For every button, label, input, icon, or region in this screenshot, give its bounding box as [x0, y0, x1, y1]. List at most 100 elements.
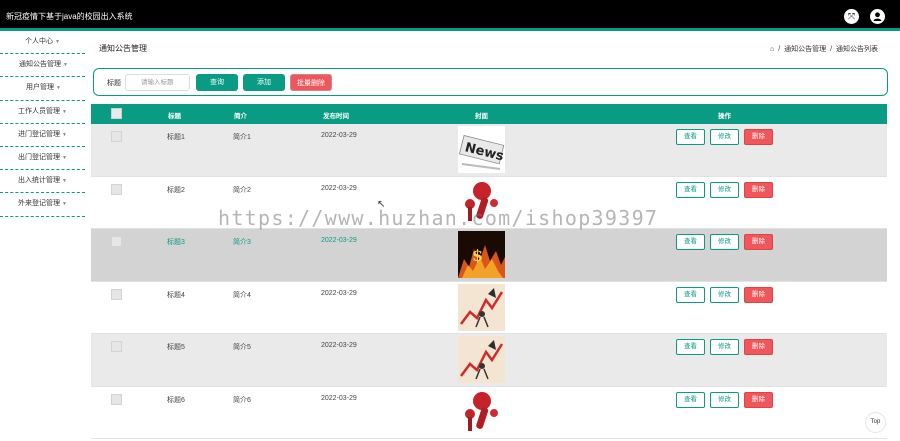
- row-intro: 简介5: [233, 344, 251, 351]
- delete-button[interactable]: 删除: [744, 339, 773, 355]
- user-avatar-icon[interactable]: [870, 9, 885, 24]
- row-title: 标题1: [167, 134, 185, 141]
- row-intro: 简介6: [233, 396, 251, 404]
- sidebar-item-personal-center[interactable]: 个人中心 ▼: [0, 31, 85, 55]
- microphone-image: [458, 388, 505, 436]
- sidebar-item-label: 出门登记管理: [18, 153, 60, 161]
- edit-button[interactable]: 修改: [710, 391, 739, 408]
- row-title: 标题5: [167, 344, 185, 351]
- chevron-down-icon: ▼: [62, 108, 67, 115]
- delete-button[interactable]: 删除: [744, 129, 773, 145]
- delete-button[interactable]: 删除: [744, 391, 773, 408]
- row-time: 2022-03-29: [321, 132, 357, 139]
- delete-button[interactable]: 删除: [744, 181, 773, 198]
- back-to-top-button[interactable]: Top: [865, 412, 886, 433]
- chevron-down-icon: ▼: [62, 201, 67, 208]
- chevron-down-icon: ▼: [62, 178, 67, 185]
- chevron-down-icon: ▼: [63, 62, 68, 69]
- row-checkbox[interactable]: [111, 393, 122, 405]
- sidebar: 个人中心 ▼ 通知公告管理 ▼ 用户管理 ▼ 工作人员管理 ▼ 进门登记管理 ▼ 出门登记…: [0, 31, 85, 441]
- edit-button[interactable]: 修改: [710, 129, 739, 145]
- stock-chart-image: [458, 336, 505, 383]
- view-button[interactable]: 查看: [676, 181, 705, 198]
- svg-text:$: $: [472, 246, 483, 265]
- view-button[interactable]: 查看: [676, 286, 705, 303]
- row-intro: 简介3: [233, 239, 251, 246]
- row-checkbox[interactable]: [111, 288, 122, 300]
- query-button[interactable]: 查询: [196, 74, 238, 91]
- row-intro: 简介2: [233, 186, 251, 194]
- table-row: 标题3 简介3 2022-03-29 $ 查看 修改 删除: [91, 229, 887, 282]
- edit-button[interactable]: 修改: [710, 286, 739, 303]
- home-icon[interactable]: ⌂: [770, 46, 774, 53]
- search-panel: 标题 请输入标题 查询 添加 批量删除: [93, 68, 888, 96]
- batch-delete-button[interactable]: 批量删除: [290, 74, 332, 91]
- sidebar-item-exit[interactable]: 出门登记管理 ▼: [0, 147, 85, 171]
- page-title: 通知公告管理: [99, 44, 147, 53]
- breadcrumb-separator: /: [830, 46, 833, 53]
- sidebar-item-staff[interactable]: 工作人员管理 ▼: [0, 101, 85, 124]
- row-title: 标题3: [167, 239, 185, 246]
- sidebar-item-label: 用户管理: [26, 84, 54, 92]
- title-search-label: 标题: [107, 80, 121, 87]
- row-title: 标题2: [167, 186, 185, 194]
- chevron-down-icon: ▼: [55, 39, 60, 45]
- sidebar-item-stats[interactable]: 出入统计管理 ▼: [0, 170, 85, 194]
- row-checkbox[interactable]: [111, 341, 122, 352]
- sidebar-item-visitor[interactable]: 外来登记管理 ▼: [0, 193, 85, 217]
- row-checkbox[interactable]: [111, 236, 122, 247]
- sidebar-item-label: 出入统计管理: [18, 177, 60, 185]
- view-button[interactable]: 查看: [676, 129, 705, 145]
- title-search-input[interactable]: 请输入标题: [125, 74, 190, 91]
- table-row: 标题6 简介6 2022-03-29 查看 修改 删除: [91, 386, 887, 439]
- chevron-down-icon: ▼: [62, 154, 67, 161]
- view-button[interactable]: 查看: [676, 234, 705, 250]
- breadcrumb-level2: 通知公告列表: [836, 46, 878, 53]
- sidebar-item-label: 工作人员管理: [18, 107, 60, 115]
- add-button[interactable]: 添加: [243, 74, 285, 91]
- row-time: 2022-03-29: [321, 289, 357, 297]
- row-time: 2022-03-29: [321, 394, 357, 402]
- table-header: 标题 简介 发布时间 封面 操作: [91, 104, 887, 124]
- delete-button[interactable]: 删除: [744, 234, 773, 250]
- delete-button[interactable]: 删除: [744, 286, 773, 303]
- sidebar-item-label: 个人中心: [25, 38, 53, 45]
- breadcrumb-separator: /: [778, 46, 781, 53]
- view-button[interactable]: 查看: [676, 391, 705, 408]
- main-content: 通知公告管理 ⌂ / 通知公告管理 / 通知公告列表 标题 请输入标题 查询 添…: [91, 31, 891, 441]
- row-time: 2022-03-29: [321, 342, 357, 349]
- edit-button[interactable]: 修改: [710, 234, 739, 250]
- row-title: 标题4: [167, 291, 185, 299]
- fire-dollar-image: $: [458, 231, 505, 278]
- row-checkbox[interactable]: [111, 131, 122, 142]
- chevron-down-icon: ▼: [56, 85, 61, 92]
- sidebar-item-entry[interactable]: 进门登记管理 ▼: [0, 124, 85, 147]
- app-title: 新冠疫情下基于java的校园出入系统: [6, 12, 133, 21]
- row-checkbox[interactable]: [111, 183, 122, 195]
- sidebar-item-notice[interactable]: 通知公告管理 ▼: [0, 54, 85, 78]
- row-time: 2022-03-29: [321, 237, 357, 244]
- watermark-text: https://www.huzhan.com/ishop39397: [218, 206, 659, 230]
- table-row: 标题1 简介1 2022-03-29 News 查看 修改 删除: [91, 124, 887, 177]
- view-button[interactable]: 查看: [676, 339, 705, 355]
- sidebar-item-label: 外来登记管理: [18, 200, 60, 208]
- row-title: 标题6: [167, 396, 185, 404]
- header-intro: 简介: [234, 113, 247, 120]
- stock-chart-image: [458, 283, 505, 331]
- top-bar: 新冠疫情下基于java的校园出入系统 ⤧: [0, 0, 900, 31]
- row-intro: 简介4: [233, 291, 251, 299]
- breadcrumb: ⌂ / 通知公告管理 / 通知公告列表: [769, 44, 879, 54]
- sidebar-item-users[interactable]: 用户管理 ▼: [0, 77, 85, 101]
- edit-button[interactable]: 修改: [710, 181, 739, 198]
- edit-button[interactable]: 修改: [710, 339, 739, 355]
- header-ops: 操作: [718, 113, 731, 120]
- header-cover: 封面: [475, 113, 488, 120]
- fullscreen-icon[interactable]: ⤧: [844, 9, 859, 24]
- row-time: 2022-03-29: [321, 184, 357, 192]
- table-row: 标题5 简介5 2022-03-29 查看 修改 删除: [91, 334, 887, 387]
- breadcrumb-level1[interactable]: 通知公告管理: [784, 46, 826, 53]
- row-intro: 简介1: [233, 134, 251, 141]
- select-all-checkbox[interactable]: [111, 108, 122, 119]
- header-time: 发布时间: [323, 113, 349, 120]
- table-row: 标题4 简介4 2022-03-29 查看 修改 删除: [91, 281, 887, 334]
